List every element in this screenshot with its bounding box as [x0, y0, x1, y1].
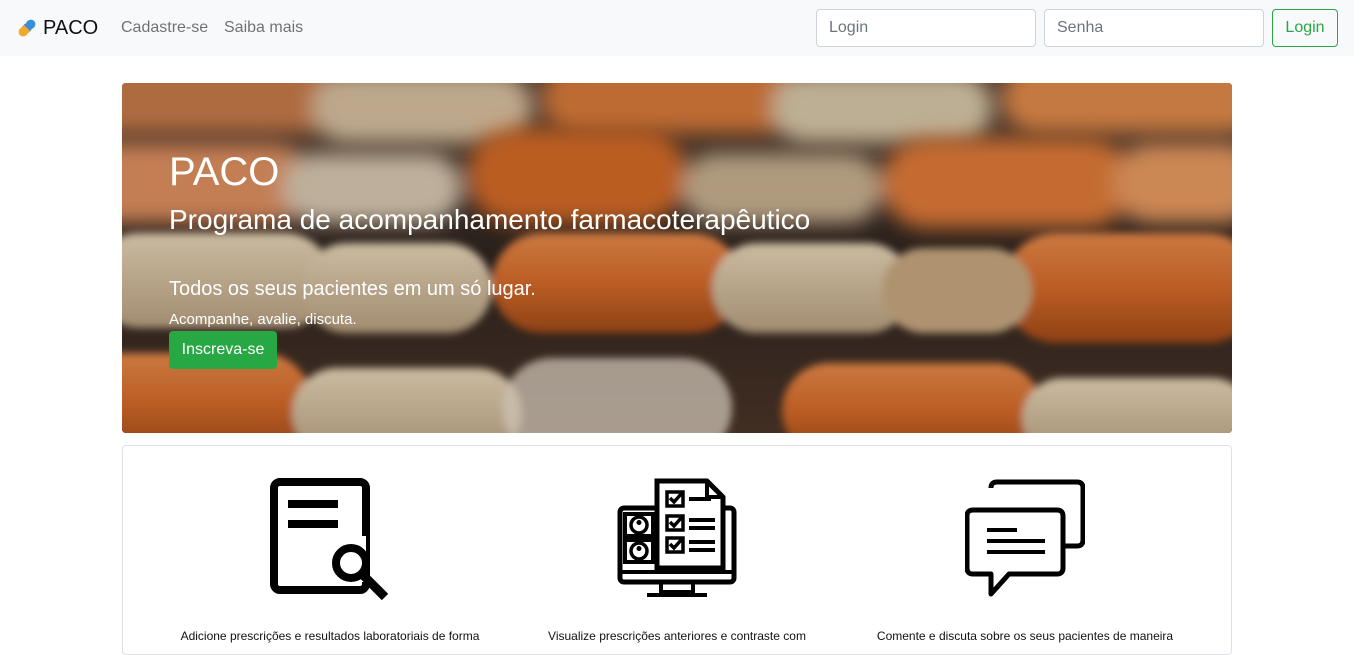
password-input[interactable]	[1044, 9, 1264, 47]
hero-title: PACO	[169, 150, 280, 194]
nav-link-cadastre-se[interactable]: Cadastre-se	[121, 18, 208, 38]
nav-link-saiba-mais[interactable]: Saiba mais	[224, 18, 303, 38]
pill-icon	[18, 19, 36, 37]
monitor-checklist-icon	[617, 478, 737, 597]
login-button[interactable]: Login	[1272, 9, 1338, 47]
chat-bubbles-icon	[965, 479, 1085, 597]
features-card: Adicione prescrições e resultados labora…	[122, 445, 1232, 655]
login-input[interactable]	[816, 9, 1036, 47]
feature-text-history: Visualize prescrições anteriores e contr…	[548, 629, 806, 643]
brand[interactable]: PACO	[16, 14, 98, 42]
feature-text-prescriptions: Adicione prescrições e resultados labora…	[180, 629, 480, 643]
document-search-icon	[270, 478, 389, 600]
hero-tagline: Acompanhe, avalie, discuta.	[169, 311, 357, 328]
signup-button[interactable]: Inscreva-se	[169, 331, 277, 369]
hero-subtitle: Programa de acompanhamento farmacoterapê…	[169, 204, 811, 235]
hero-jumbotron: PACO Programa de acompanhamento farmacot…	[122, 83, 1232, 433]
hero-lead: Todos os seus pacientes em um só lugar.	[169, 278, 536, 300]
pills-background-image	[122, 83, 1232, 433]
navbar: PACO Cadastre-se Saiba mais Login	[0, 0, 1354, 56]
brand-name: PACO	[43, 17, 99, 39]
feature-text-discussion: Comente e discuta sobre os seus paciente…	[876, 629, 1174, 643]
